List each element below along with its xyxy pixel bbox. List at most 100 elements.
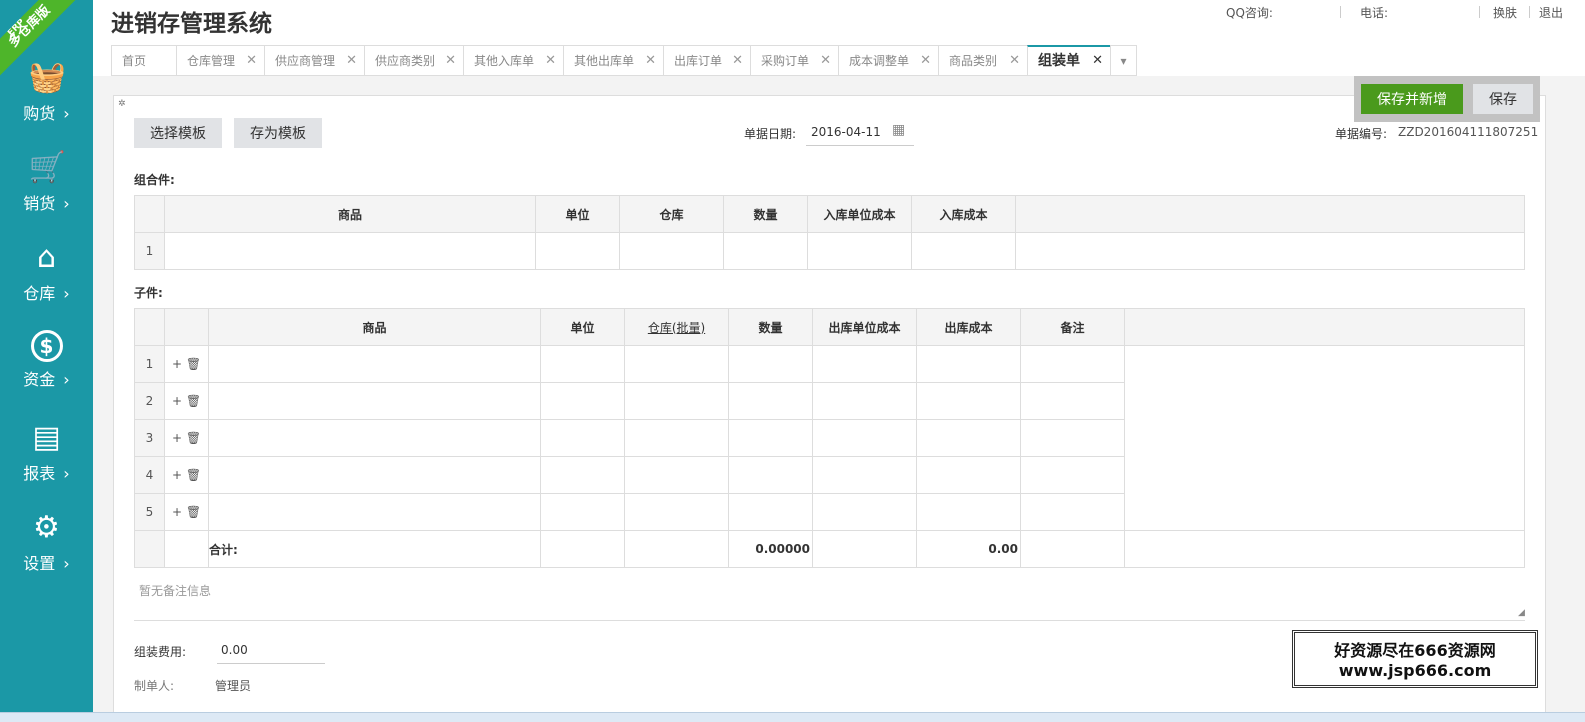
cell[interactable]	[540, 382, 625, 420]
close-icon[interactable]: ✕	[346, 46, 357, 76]
cell[interactable]	[208, 382, 541, 420]
add-row-icon[interactable]: +	[172, 505, 182, 519]
tab-other-outbound[interactable]: 其他出库单 ✕	[563, 45, 663, 76]
col-out-unit-cost: 出库单位成本	[812, 308, 917, 346]
cell[interactable]	[624, 456, 729, 494]
tab-warehouse-mgmt[interactable]: 仓库管理 ✕	[176, 45, 264, 76]
cell[interactable]	[728, 456, 813, 494]
total-qty: 0.00000	[728, 530, 813, 568]
add-row-icon[interactable]: +	[172, 394, 182, 408]
tab-other-inbound[interactable]: 其他入库单 ✕	[463, 45, 563, 76]
cell[interactable]	[624, 419, 729, 457]
select-template-button[interactable]: 选择模板	[134, 118, 222, 148]
tab-dropdown[interactable]: ▾	[1110, 45, 1137, 76]
cell[interactable]	[812, 382, 917, 420]
sidebar-item-warehouse[interactable]: ⌂ 仓库 ›	[0, 240, 93, 320]
cell[interactable]	[624, 345, 729, 383]
save-template-button[interactable]: 存为模板	[234, 118, 322, 148]
cell[interactable]	[540, 419, 625, 457]
delete-row-icon[interactable]: 🗑	[186, 357, 201, 371]
sidebar-item-reports[interactable]: ▤ 报表 ›	[0, 420, 93, 500]
cell[interactable]	[619, 232, 724, 270]
save-toolbar: 保存并新增 保存	[1354, 76, 1540, 122]
col-product: 商品	[164, 195, 536, 233]
cell[interactable]	[540, 493, 625, 531]
cell[interactable]	[723, 232, 808, 270]
close-icon[interactable]: ✕	[645, 46, 656, 76]
settings-icon[interactable]: ✲	[118, 99, 126, 109]
delete-row-icon[interactable]: 🗑	[186, 505, 201, 519]
tab-supplier-mgmt[interactable]: 供应商管理 ✕	[264, 45, 364, 76]
close-icon[interactable]: ✕	[545, 46, 556, 76]
delete-row-icon[interactable]: 🗑	[186, 468, 201, 482]
sidebar-item-settings[interactable]: ⚙ 设置 ›	[0, 510, 93, 590]
tab-home[interactable]: 首页	[111, 45, 176, 76]
cell[interactable]	[728, 493, 813, 531]
cell[interactable]	[728, 345, 813, 383]
cell[interactable]	[1020, 345, 1125, 383]
cell[interactable]	[728, 419, 813, 457]
remark-field[interactable]: 暂无备注信息	[139, 582, 211, 599]
close-icon[interactable]: ✕	[445, 46, 456, 76]
close-icon[interactable]: ✕	[1092, 47, 1103, 75]
tab-outbound-order[interactable]: 出库订单 ✕	[663, 45, 750, 76]
col-warehouse-batch: 仓库(批量)	[624, 308, 729, 346]
change-skin-link[interactable]: 换肤	[1493, 4, 1517, 21]
cell[interactable]	[916, 493, 1021, 531]
cell[interactable]	[916, 456, 1021, 494]
close-icon[interactable]: ✕	[246, 46, 257, 76]
add-row-icon[interactable]: +	[172, 468, 182, 482]
status-bar	[0, 712, 1585, 722]
tab-assembly[interactable]: 组装单 ✕	[1027, 45, 1110, 76]
cell[interactable]	[916, 345, 1021, 383]
cell[interactable]	[624, 493, 729, 531]
add-row-icon[interactable]: +	[172, 431, 182, 445]
sidebar-item-purchase[interactable]: 🧺 购货 ›	[0, 60, 93, 140]
close-icon[interactable]: ✕	[920, 46, 931, 76]
close-icon[interactable]: ✕	[820, 46, 831, 76]
sidebar-item-sales[interactable]: 🛒 销货 ›	[0, 150, 93, 230]
cell-product[interactable]	[164, 232, 536, 270]
cell[interactable]	[208, 493, 541, 531]
cell[interactable]	[812, 419, 917, 457]
close-icon[interactable]: ✕	[732, 46, 743, 76]
cell[interactable]	[535, 232, 620, 270]
delete-row-icon[interactable]: 🗑	[186, 394, 201, 408]
cell	[164, 530, 209, 568]
add-row-icon[interactable]: +	[172, 357, 182, 371]
tab-supplier-category[interactable]: 供应商类别 ✕	[364, 45, 463, 76]
tab-cost-adjust[interactable]: 成本调整单 ✕	[838, 45, 938, 76]
cell[interactable]	[208, 345, 541, 383]
cell[interactable]	[812, 345, 917, 383]
cell[interactable]	[911, 232, 1016, 270]
delete-row-icon[interactable]: 🗑	[186, 431, 201, 445]
cell[interactable]	[540, 345, 625, 383]
cell[interactable]	[624, 382, 729, 420]
total-row: 合计: 0.00000 0.00	[134, 530, 1525, 568]
cell[interactable]	[807, 232, 912, 270]
cell[interactable]	[208, 419, 541, 457]
cell[interactable]	[208, 456, 541, 494]
close-icon[interactable]: ✕	[1009, 46, 1020, 76]
tab-purchase-order[interactable]: 采购订单 ✕	[750, 45, 838, 76]
cell[interactable]	[1020, 493, 1125, 531]
save-and-new-button[interactable]: 保存并新增	[1361, 84, 1463, 114]
cell[interactable]	[812, 493, 917, 531]
logout-link[interactable]: 退出	[1539, 4, 1563, 21]
cell[interactable]	[812, 456, 917, 494]
fee-input[interactable]: 0.00	[217, 636, 325, 664]
date-field[interactable]: 2016-04-11 ▦	[806, 120, 914, 146]
col-unit: 单位	[535, 195, 620, 233]
cell[interactable]	[540, 456, 625, 494]
cell[interactable]	[728, 382, 813, 420]
tab-product-category[interactable]: 商品类别 ✕	[938, 45, 1027, 76]
cell[interactable]	[1020, 456, 1125, 494]
sidebar-item-funds[interactable]: $ 资金 ›	[0, 330, 93, 410]
resize-handle-icon[interactable]: ◢	[1518, 608, 1525, 618]
cell[interactable]	[916, 419, 1021, 457]
save-button[interactable]: 保存	[1473, 84, 1533, 114]
cell[interactable]	[916, 382, 1021, 420]
calendar-icon[interactable]: ▦	[892, 122, 905, 138]
cell[interactable]	[1020, 419, 1125, 457]
cell[interactable]	[1020, 382, 1125, 420]
